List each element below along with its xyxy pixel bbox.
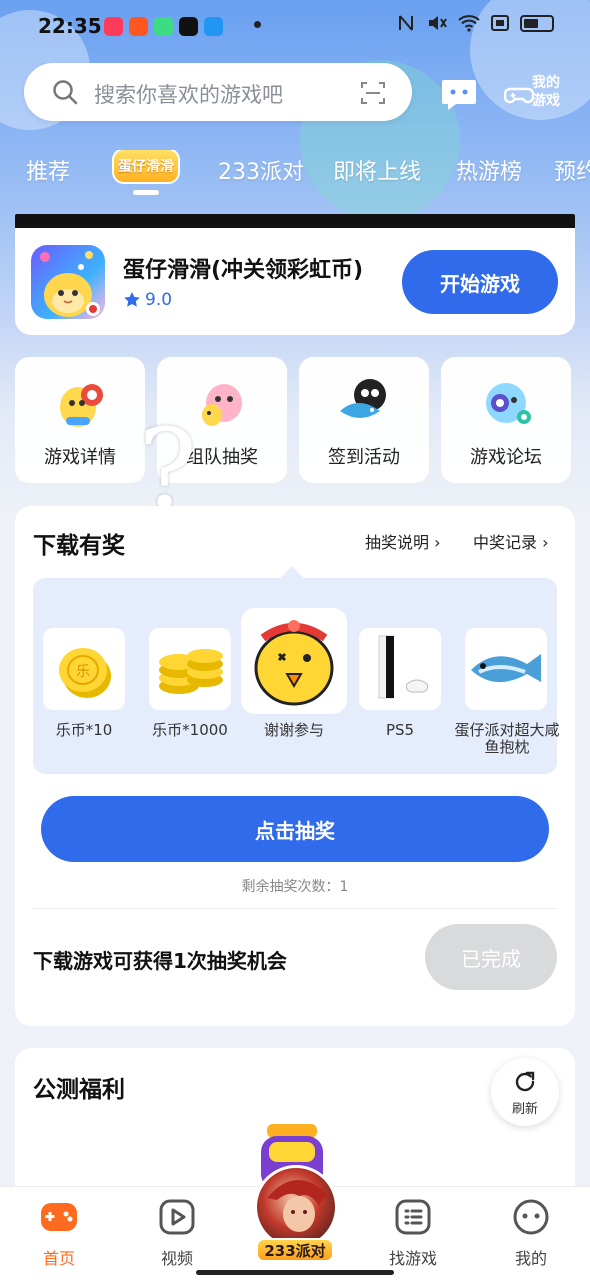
home-indicator <box>196 1270 394 1275</box>
prize-label: 谢谢参与 <box>263 721 324 739</box>
screen-icon <box>491 15 509 31</box>
nav-video[interactable]: 视频 <box>132 1197 222 1269</box>
rating-value: 9.0 <box>145 290 173 310</box>
search-icon <box>53 80 78 105</box>
tab-233-party[interactable]: 233派对 <box>218 154 304 186</box>
quick-action-checkin[interactable]: 签到活动 <box>299 357 429 483</box>
task-completed-button: 已完成 <box>425 924 557 990</box>
app-notification-icon <box>204 17 223 36</box>
status-time: 22:35 <box>38 14 102 38</box>
app-notification-icon <box>104 17 123 36</box>
reward-title: 下载有奖 <box>33 533 125 559</box>
gamepad-icon <box>41 1203 77 1231</box>
tab-active-indicator <box>133 190 159 195</box>
app-notification-icon <box>154 17 173 36</box>
quick-action-forum[interactable]: 游戏论坛 <box>441 357 571 483</box>
lottery-rules-link[interactable]: 抽奖说明 › <box>365 529 441 553</box>
nav-find-games[interactable]: 找游戏 <box>368 1197 458 1269</box>
message-button[interactable] <box>440 74 478 112</box>
my-games-button[interactable]: 我的游戏 <box>504 72 568 116</box>
wifi-icon <box>458 15 480 32</box>
search-placeholder: 搜索你喜欢的游戏吧 <box>94 83 283 107</box>
chevron-right-icon: › <box>537 533 549 552</box>
egg-character-pink-icon <box>202 384 242 426</box>
app-notification-icon <box>179 17 198 36</box>
battery-icon <box>520 14 554 32</box>
tab-eggy-slide[interactable]: 蛋仔滑滑 <box>112 150 180 184</box>
mute-icon <box>429 16 447 30</box>
quick-action-label: 游戏论坛 <box>470 447 542 468</box>
star-icon <box>124 292 140 307</box>
egg-character-fish-icon <box>340 379 386 418</box>
game-card[interactable]: 蛋仔滑滑(冲关领彩虹币) 9.0 开始游戏 <box>15 228 575 335</box>
party-nav-label[interactable]: 233派对 <box>256 1238 334 1262</box>
egg-character-icon <box>60 384 103 427</box>
tab-coming-soon[interactable]: 即将上线 <box>333 154 421 186</box>
prize-item <box>149 628 231 710</box>
my-games-label: 我的游戏 <box>532 75 560 109</box>
gamepad-icon <box>504 87 534 104</box>
quick-action-label: 游戏详情 <box>44 447 116 468</box>
quick-action-game-details[interactable]: 游戏详情 <box>15 357 145 483</box>
game-rating: 9.0 <box>123 290 172 310</box>
winning-records-label: 中奖记录 <box>473 533 538 552</box>
nav-home[interactable]: 首页 <box>14 1197 104 1269</box>
game-icon <box>31 245 105 319</box>
ps5-console-icon <box>378 635 428 699</box>
prize-label: 乐币*1000 <box>152 721 228 739</box>
svg-text:乐: 乐 <box>76 664 90 680</box>
download-reward-card: 下载有奖 抽奖说明 › 中奖记录 › 乐 乐币*10 乐币*1000 谢谢参与 … <box>15 506 575 1026</box>
party-avatar-icon[interactable] <box>254 1165 338 1249</box>
app-notification-icon <box>129 17 148 36</box>
lottery-rules-label: 抽奖说明 <box>365 533 430 552</box>
prize-item: 乐 <box>43 628 125 710</box>
prize-label: 乐币*10 <box>55 721 113 739</box>
start-game-button[interactable]: 开始游戏 <box>402 250 558 314</box>
divider <box>33 908 557 909</box>
game-title: 蛋仔滑滑(冲关领彩虹币) <box>123 258 364 283</box>
category-tabs: 推荐 蛋仔滑滑 233派对 即将上线 热游榜 预约 <box>0 150 590 194</box>
draw-lottery-button[interactable]: 点击抽奖 <box>41 796 549 862</box>
eggy-character-icon <box>40 251 100 317</box>
profile-face-icon <box>513 1199 549 1235</box>
refresh-icon <box>515 1071 535 1092</box>
nav-profile[interactable]: 我的 <box>486 1197 576 1269</box>
egg-character-blue-icon <box>486 383 531 424</box>
status-indicators <box>396 13 554 33</box>
nav-label: 找游戏 <box>388 1249 437 1268</box>
prize-item <box>359 628 441 710</box>
video-play-icon <box>159 1199 195 1235</box>
nfc-icon <box>399 15 413 31</box>
quick-action-label: 签到活动 <box>328 447 400 468</box>
chevron-right-icon: › <box>429 533 441 552</box>
search-input[interactable]: 搜索你喜欢的游戏吧 <box>24 63 412 121</box>
tab-hot-chart[interactable]: 热游榜 <box>456 154 522 186</box>
smiley-egg-icon <box>254 620 334 706</box>
prize-item-selected <box>241 608 347 714</box>
nav-label: 视频 <box>160 1249 193 1268</box>
refresh-label: 刷新 <box>511 1102 538 1117</box>
winning-records-link[interactable]: 中奖记录 › <box>473 529 549 553</box>
public-test-title: 公测福利 <box>33 1077 125 1103</box>
download-task-text: 下载游戏可获得1次抽奖机会 <box>33 949 287 973</box>
tab-recommend[interactable]: 推荐 <box>26 154 70 186</box>
refresh-button[interactable]: 刷新 <box>491 1058 559 1126</box>
nav-label: 我的 <box>514 1249 547 1268</box>
prize-label: 蛋仔派对超大咸鱼抱枕 <box>454 721 560 756</box>
prize-item <box>465 628 547 710</box>
remaining-draws: 剩余抽奖次数：1 <box>241 879 349 895</box>
status-dot <box>254 21 261 28</box>
prize-label: PS5 <box>385 721 415 739</box>
prize-wheel: 乐 乐币*10 乐币*1000 谢谢参与 PS5 蛋仔派对超大咸鱼抱枕 <box>33 578 560 774</box>
nav-label: 首页 <box>42 1249 75 1268</box>
list-icon <box>395 1199 431 1235</box>
status-app-icons <box>104 17 223 36</box>
tab-reserve[interactable]: 预约 <box>554 154 590 186</box>
coin-stack-icon <box>159 649 223 694</box>
coin-icon: 乐 <box>59 648 111 698</box>
fish-pillow-icon <box>471 654 541 683</box>
scan-icon[interactable] <box>360 80 386 106</box>
status-bar: 22:35 <box>0 0 590 52</box>
